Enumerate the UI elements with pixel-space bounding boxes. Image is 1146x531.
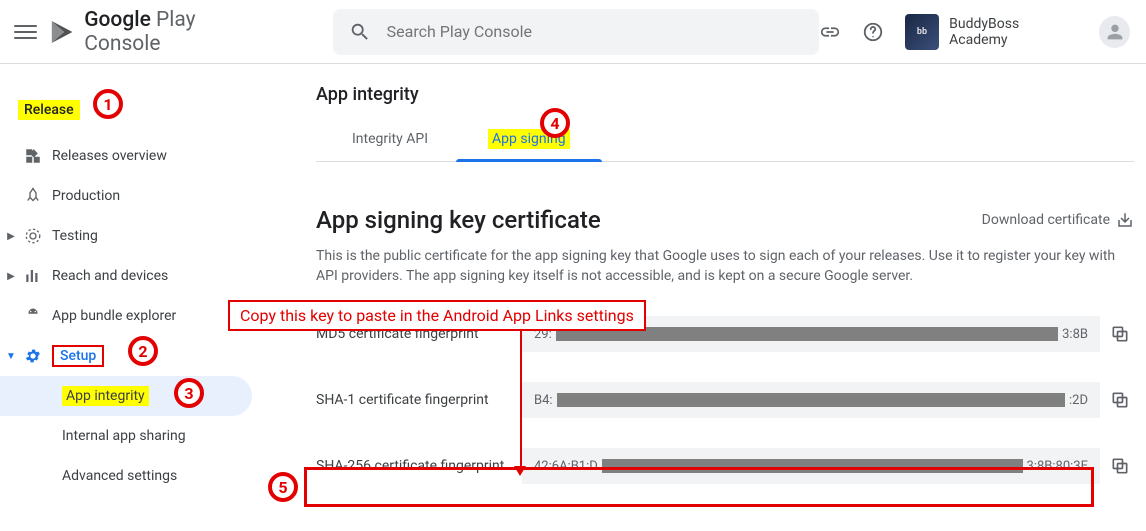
sidebar-item-releases-overview[interactable]: Releases overview — [0, 136, 264, 176]
annotation-circle-3: 3 — [174, 378, 204, 408]
sidebar-item-app-bundle-explorer[interactable]: App bundle explorer — [0, 296, 264, 336]
sidebar-sub-advanced-settings[interactable]: Advanced settings — [0, 456, 264, 496]
play-console-logo[interactable]: Google Play Console — [47, 8, 270, 56]
sidebar-sub-internal-app-sharing[interactable]: Internal app sharing — [0, 416, 264, 456]
sidebar-sub-label: Advanced settings — [62, 468, 177, 484]
download-certificate-link[interactable]: Download certificate — [982, 211, 1134, 229]
download-certificate-label: Download certificate — [982, 212, 1110, 228]
search-icon — [349, 21, 371, 43]
widgets-icon — [24, 147, 52, 165]
fingerprint-suffix: :2D — [1069, 393, 1088, 408]
sidebar-setup-highlight-box: Setup — [52, 345, 104, 367]
rocket-icon — [24, 187, 52, 205]
fingerprint-suffix: 3:8B — [1062, 327, 1088, 342]
fingerprint-prefix: B4: — [534, 393, 553, 408]
logo-text: Google Play Console — [84, 8, 270, 56]
menu-icon[interactable] — [14, 20, 37, 44]
section-header: App signing key certificate Download cer… — [316, 206, 1134, 234]
account-chip[interactable]: bb BuddyBoss Academy — [905, 14, 1076, 50]
redacted-bar — [557, 393, 1065, 407]
play-triangle-icon — [47, 17, 76, 47]
header: Google Play Console bb BuddyBoss Academy — [0, 0, 1146, 64]
sidebar-section-release: Release — [18, 100, 80, 120]
annotation-arrow-head — [514, 466, 526, 476]
sidebar-item-label: Testing — [52, 228, 98, 244]
sidebar-item-testing[interactable]: ▶ Testing — [0, 216, 264, 256]
sidebar-item-reach-devices[interactable]: ▶ Reach and devices — [0, 256, 264, 296]
sidebar-item-label: Production — [52, 188, 120, 204]
help-icon[interactable] — [862, 20, 885, 44]
annotation-circle-4: 4 — [540, 108, 570, 138]
sidebar: Release Releases overview Production ▶ Te… — [0, 64, 264, 531]
fingerprint-value-box: B4: :2D — [522, 382, 1100, 418]
android-icon — [24, 307, 52, 325]
sidebar-item-production[interactable]: Production — [0, 176, 264, 216]
copy-button[interactable] — [1106, 456, 1134, 476]
account-name: BuddyBoss Academy — [949, 16, 1075, 48]
user-avatar[interactable] — [1099, 16, 1130, 48]
link-icon[interactable] — [819, 20, 842, 44]
copy-button[interactable] — [1106, 324, 1134, 344]
chevron-right-icon: ▶ — [6, 271, 16, 282]
fingerprint-suffix: 3:8B:80:3E — [1027, 459, 1088, 474]
page-title: App integrity — [316, 84, 1134, 105]
main-content: App integrity Integrity API App signing … — [316, 64, 1134, 484]
redacted-bar — [602, 459, 1023, 473]
sidebar-list: Releases overview Production ▶ Testing ▶ R… — [0, 136, 264, 496]
annotation-arrow-line — [520, 328, 522, 468]
tabs: Integrity API App signing — [316, 131, 1134, 162]
annotation-circle-1: 1 — [93, 89, 123, 119]
fingerprint-row-sha1: SHA-1 certificate fingerprint B4: :2D — [316, 382, 1134, 418]
fingerprint-row-sha256: SHA-256 certificate fingerprint 42:6A:B1… — [316, 448, 1134, 484]
fingerprint-prefix: 42:6A:B1:D — [534, 459, 598, 474]
sidebar-sub-app-integrity[interactable]: App integrity — [0, 376, 252, 416]
section-heading: App signing key certificate — [316, 206, 601, 234]
chevron-down-icon: ▼ — [6, 351, 16, 362]
annotation-circle-2: 2 — [128, 336, 158, 366]
search-box[interactable] — [333, 9, 819, 55]
fingerprint-label: SHA-256 certificate fingerprint — [316, 458, 522, 474]
sidebar-sub-label: App integrity — [62, 386, 149, 406]
gear-icon — [24, 347, 52, 365]
fingerprint-value-box: 42:6A:B1:D 3:8B:80:3E — [522, 448, 1100, 484]
section-description: This is the public certificate for the a… — [316, 246, 1116, 286]
bars-icon — [24, 267, 52, 285]
chevron-right-icon: ▶ — [6, 231, 16, 242]
sidebar-item-label: Releases overview — [52, 148, 167, 164]
sidebar-sub-label: Internal app sharing — [62, 428, 186, 444]
annotation-copy-hint: Copy this key to paste in the Android Ap… — [228, 300, 646, 331]
account-app-icon: bb — [905, 14, 939, 50]
tab-integrity-api[interactable]: Integrity API — [352, 131, 428, 161]
copy-button[interactable] — [1106, 390, 1134, 410]
fingerprint-label: SHA-1 certificate fingerprint — [316, 392, 522, 408]
sidebar-item-label: App bundle explorer — [52, 308, 176, 324]
flask-icon — [24, 227, 52, 245]
annotation-circle-5: 5 — [268, 472, 298, 502]
sidebar-item-label: Reach and devices — [52, 268, 168, 284]
search-input[interactable] — [387, 22, 803, 41]
header-actions: bb BuddyBoss Academy — [819, 14, 1130, 50]
sidebar-item-label: Setup — [60, 348, 96, 364]
download-icon — [1116, 211, 1134, 229]
